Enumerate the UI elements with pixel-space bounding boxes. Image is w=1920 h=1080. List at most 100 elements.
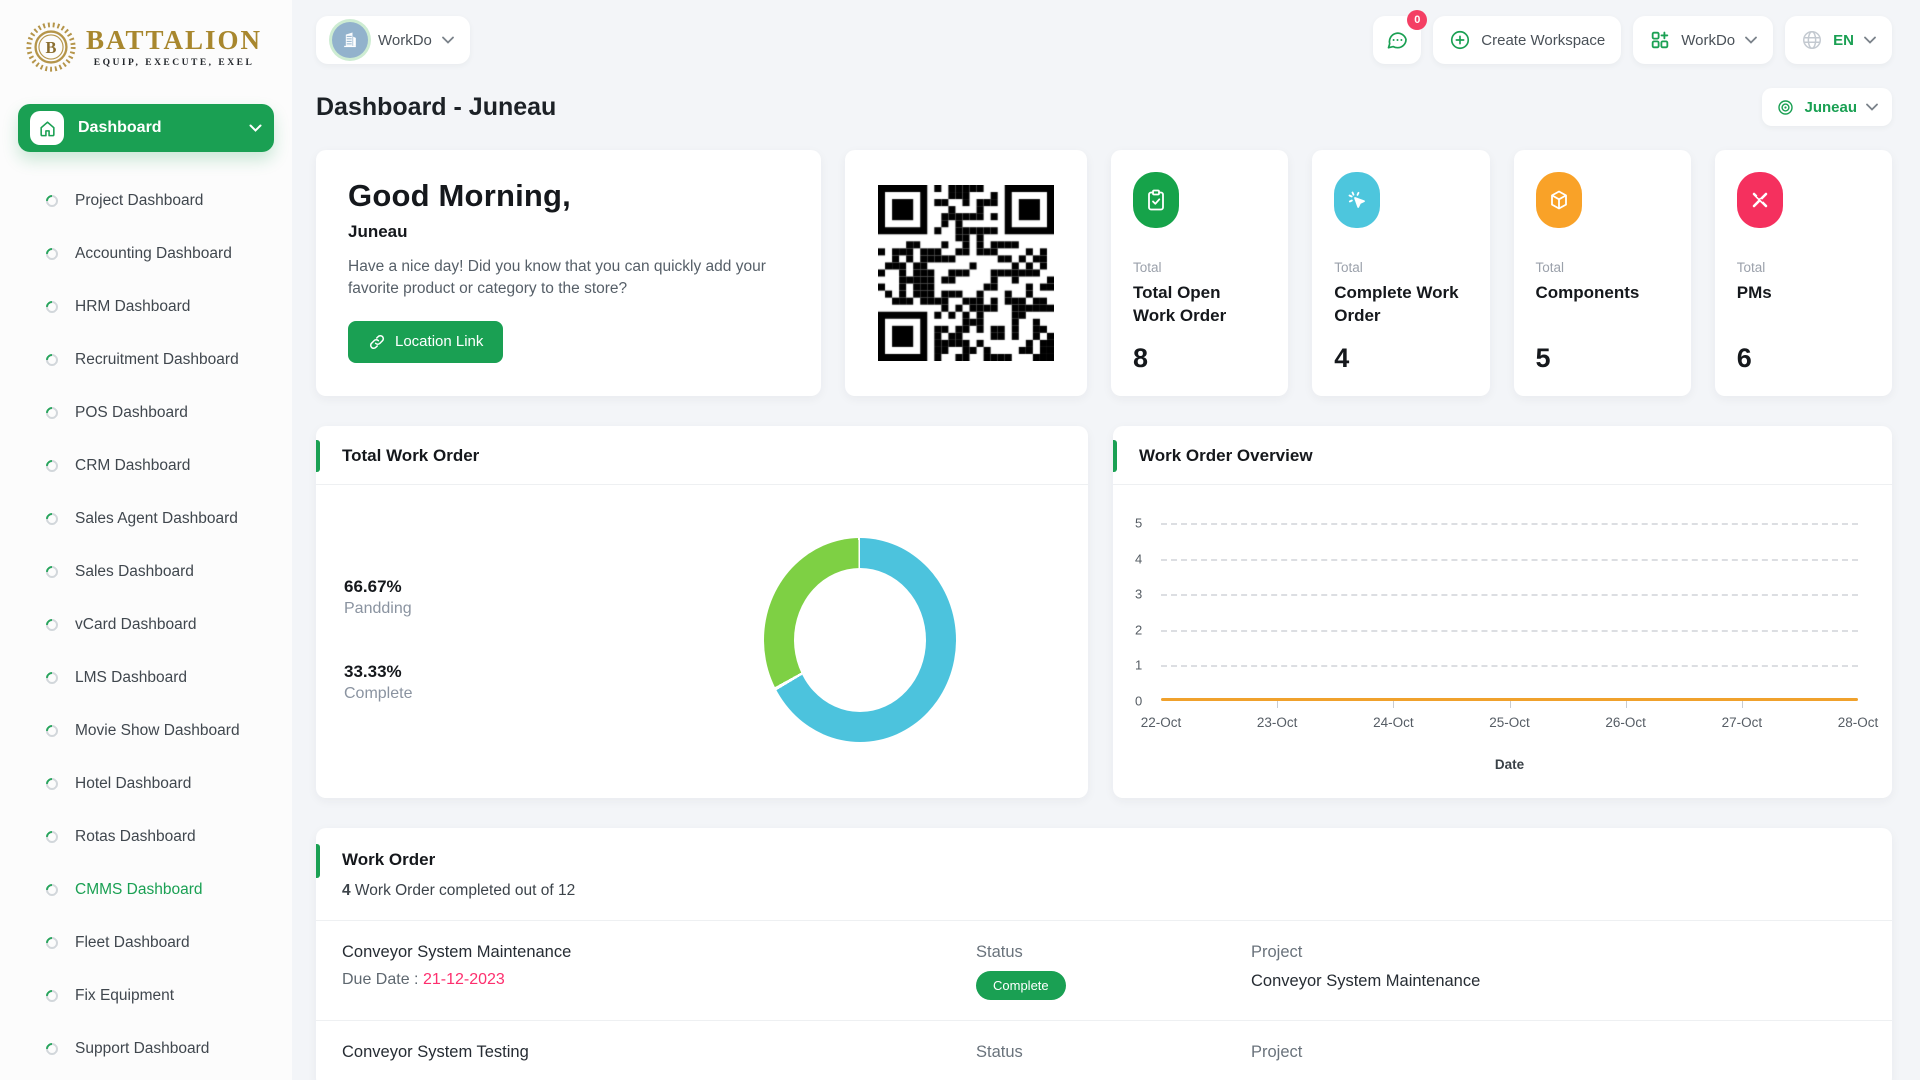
brand-emblem-icon: B (26, 22, 76, 72)
sidebar-item-sales-dashboard[interactable]: Sales Dashboard (18, 545, 274, 598)
greeting-title: Good Morning, (348, 178, 571, 213)
stat-value: 5 (1535, 343, 1551, 373)
work-order-project: Conveyor System Maintenance (1251, 972, 1481, 990)
line-chart-x-title: Date (1494, 757, 1525, 772)
location-link-label: Location Link (395, 333, 484, 351)
sidebar-item-movie-show-dashboard[interactable]: Movie Show Dashboard (18, 704, 274, 757)
sidebar-item-support-dashboard[interactable]: Support Dashboard (18, 1022, 274, 1075)
sidebar-item-sales-agent-dashboard[interactable]: Sales Agent Dashboard (18, 492, 274, 545)
chevron-down-icon (1745, 36, 1758, 44)
sidebar-item-vcard-dashboard[interactable]: vCard Dashboard (18, 598, 274, 651)
location-link-button[interactable]: Location Link (348, 320, 504, 363)
stat-title: PMs (1736, 283, 1772, 302)
greeting-user-name: Juneau (348, 222, 408, 241)
bullet-icon (43, 669, 61, 686)
donut-chart (764, 538, 956, 742)
status-badge: Complete (976, 971, 1066, 1000)
bullet-icon (43, 881, 61, 898)
apps-grid-icon (1652, 31, 1669, 49)
qr-card (845, 150, 1087, 396)
sidebar-item-accounting-dashboard[interactable]: Accounting Dashboard (18, 227, 274, 280)
stat-card-pms: Total PMs 6 (1714, 150, 1892, 396)
legend-item-pandding: 66.67% Pandding (344, 577, 412, 617)
sidebar-dashboard-label: Dashboard (78, 119, 162, 136)
work-order-status-col: Status Complete (976, 943, 1251, 1000)
location-target-icon (1778, 99, 1794, 115)
bullet-icon (43, 1040, 61, 1057)
work-order-status-col: Status (976, 1043, 1023, 1061)
stat-card-open-work-order: Total Total Open Work Order 8 (1111, 150, 1289, 396)
line-chart-title: Work Order Overview (1113, 426, 1892, 485)
chevron-down-icon (1866, 103, 1878, 111)
work-order-row[interactable]: Conveyor System Maintenance Due Date : 2… (316, 921, 1892, 1021)
stat-value: 4 (1334, 343, 1350, 373)
line-chart-plot: 5 4 3 2 1 0 (1135, 516, 1858, 709)
bullet-icon (43, 510, 61, 527)
topbar-actions: 0 Create Workspace WorkDo EN (1373, 10, 1892, 64)
svg-text:B: B (46, 38, 57, 57)
messages-badge: 0 (1407, 10, 1428, 30)
work-order-main: Conveyor System Maintenance Due Date : 2… (342, 943, 976, 1000)
workspace-name: WorkDo (378, 31, 432, 49)
sidebar-item-crm-dashboard[interactable]: CRM Dashboard (18, 439, 274, 492)
greeting-card: Good Morning, Juneau Have a nice day! Di… (316, 150, 821, 396)
qr-code (878, 185, 1054, 361)
brand-name: BATTALION (86, 24, 263, 55)
workspace-selector[interactable]: WorkDo (316, 16, 470, 64)
chevron-down-icon (249, 124, 262, 132)
sidebar-item-recruitment-dashboard[interactable]: Recruitment Dashboard (18, 333, 274, 386)
work-order-summary: 4 Work Order completed out of 12 (342, 882, 576, 899)
chevron-down-icon (442, 36, 454, 44)
work-order-name: Conveyor System Maintenance (342, 943, 572, 961)
bullet-icon (43, 351, 61, 368)
sidebar-item-hrm-dashboard[interactable]: HRM Dashboard (18, 280, 274, 333)
apps-menu-button[interactable]: WorkDo (1633, 16, 1774, 64)
sidebar-item-lms-dashboard[interactable]: LMS Dashboard (18, 651, 274, 704)
cursor-click-icon (1334, 172, 1381, 228)
work-order-overview-card: Work Order Overview 5 4 3 2 1 0 22-Oct 2… (1113, 426, 1892, 798)
bullet-icon (43, 192, 61, 209)
work-order-header: Work Order 4 Work Order completed out of… (316, 828, 1892, 921)
bullet-icon (43, 616, 61, 633)
sidebar-item-hotel-dashboard[interactable]: Hotel Dashboard (18, 757, 274, 810)
brand-logo: B BATTALION EQUIP, EXECUTE, EXEL (24, 20, 274, 74)
sidebar-item-pos-dashboard[interactable]: POS Dashboard (18, 386, 274, 439)
globe-icon (1803, 31, 1822, 49)
bullet-icon (43, 298, 61, 315)
chat-icon (1387, 32, 1408, 49)
workspace-avatar (332, 22, 368, 58)
brand-tagline: EQUIP, EXECUTE, EXEL (93, 57, 255, 68)
language-selector[interactable]: EN (1785, 16, 1892, 64)
line-chart-body: 5 4 3 2 1 0 22-Oct 23-Oct 24-Oct 25-Oct (1113, 485, 1892, 795)
cube-icon (1535, 172, 1582, 228)
sidebar-item-project-dashboard[interactable]: Project Dashboard (18, 174, 274, 227)
plus-circle-icon (1451, 30, 1470, 50)
work-order-title: Work Order (342, 850, 436, 869)
stat-title: Complete Work Order (1334, 283, 1459, 325)
bullet-icon (43, 987, 61, 1004)
sidebar-item-rotas-dashboard[interactable]: Rotas Dashboard (18, 810, 274, 863)
apps-menu-label: WorkDo (1681, 31, 1736, 49)
work-order-row[interactable]: Conveyor System Testing Status Project (316, 1021, 1892, 1080)
work-order-name: Conveyor System Testing (342, 1043, 529, 1061)
charts-row: Total Work Order 66.67% Pandding 33.33% … (316, 426, 1892, 798)
tools-icon (1736, 172, 1783, 228)
summary-row: Good Morning, Juneau Have a nice day! Di… (316, 150, 1892, 396)
stat-title: Total Open Work Order (1133, 283, 1227, 325)
sidebar-item-fix-equipment[interactable]: Fix Equipment (18, 969, 274, 1022)
stat-title: Components (1535, 283, 1640, 302)
building-icon (344, 32, 356, 48)
sidebar-item-cmms-dashboard[interactable]: CMMS Dashboard (18, 863, 274, 916)
sidebar-item-fleet-dashboard[interactable]: Fleet Dashboard (18, 916, 274, 969)
chevron-down-icon (1864, 36, 1876, 44)
location-selector[interactable]: Juneau (1762, 88, 1892, 126)
topbar: WorkDo 0 Create Workspace WorkDo EN (292, 0, 1920, 66)
sidebar-menu: Project Dashboard Accounting Dashboard H… (18, 174, 274, 1075)
stat-card-components: Total Components 5 (1513, 150, 1691, 396)
messages-button[interactable]: 0 (1373, 10, 1428, 64)
bullet-icon (43, 404, 61, 421)
sidebar-item-dashboard[interactable]: Dashboard (18, 104, 274, 152)
total-work-order-card: Total Work Order 66.67% Pandding 33.33% … (316, 426, 1088, 798)
create-workspace-button[interactable]: Create Workspace (1433, 16, 1622, 64)
page-header: Dashboard - Juneau Juneau (292, 88, 1920, 126)
